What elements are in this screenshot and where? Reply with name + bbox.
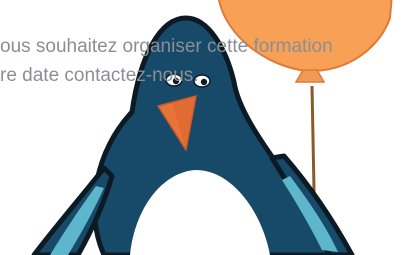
promo-banner: ous souhaitez organiser cette formation … xyxy=(0,0,414,255)
promo-text-line-2: re date contactez-nous. xyxy=(0,65,199,86)
promo-text-line-1: ous souhaitez organiser cette formation xyxy=(0,36,333,57)
